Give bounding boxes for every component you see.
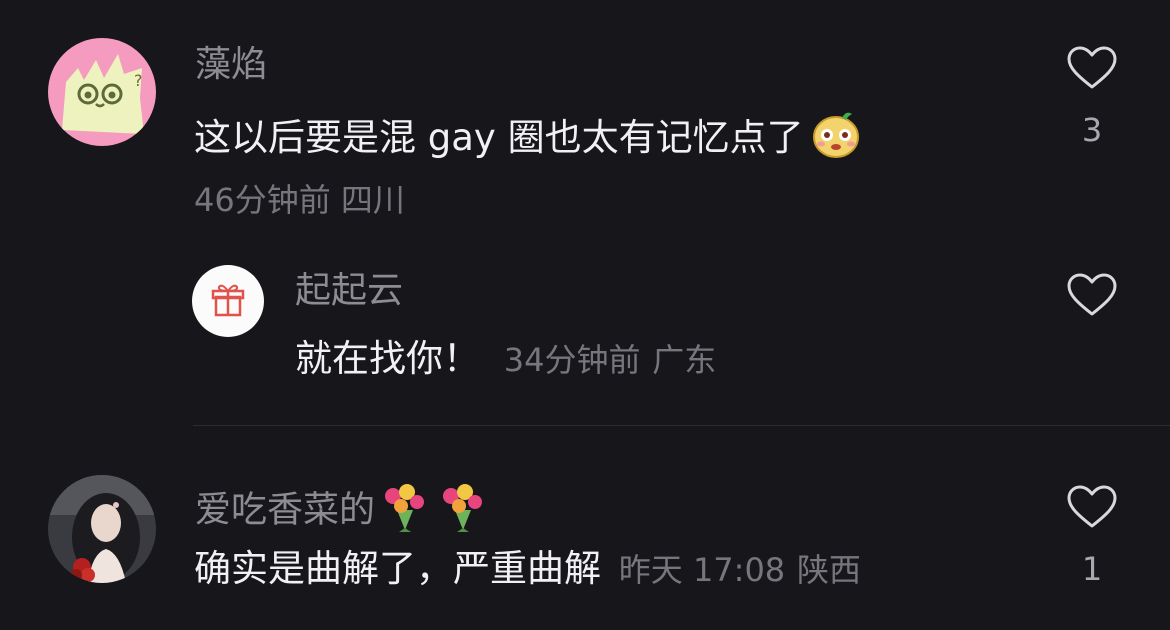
comment-text: 这以后要是混 gay 圈也太有记忆点了: [194, 116, 804, 159]
avatar[interactable]: [192, 265, 264, 337]
comment-text-row: 这以后要是混 gay 圈也太有记忆点了: [194, 108, 862, 171]
comment-text-row: 确实是曲解了，严重曲解 昨天 17:08 陕西: [194, 546, 861, 593]
bouquet-icon: [379, 480, 491, 543]
comment-location: 四川: [340, 181, 405, 219]
reply-text: 就在找你！: [295, 337, 480, 380]
divider: [193, 425, 1170, 426]
avatar[interactable]: [48, 475, 156, 583]
like-button[interactable]: [1066, 45, 1118, 91]
avatar[interactable]: ?: [48, 38, 156, 146]
comment-author[interactable]: 爱吃香菜的: [195, 490, 375, 531]
avatar-photo: [48, 475, 156, 583]
gift-icon: [211, 284, 245, 317]
like-button[interactable]: [1066, 484, 1118, 530]
comment-meta: 46分钟前 四川: [194, 180, 405, 220]
comment-author[interactable]: 藻焰: [195, 43, 267, 87]
heart-icon: [1067, 46, 1117, 89]
reply-location: 广东: [652, 341, 717, 379]
heart-icon: [1067, 485, 1117, 528]
reply-text-row: 就在找你！ 34分钟前 广东: [295, 336, 716, 383]
reply-author[interactable]: 起起云: [295, 269, 403, 313]
like-button[interactable]: [1066, 272, 1118, 318]
avatar-illustration: ?: [48, 38, 156, 146]
comment-time: 46分钟前: [194, 181, 331, 219]
like-count: 3: [1081, 111, 1103, 149]
reply-time: 34分钟前: [503, 341, 641, 379]
comment-location: 陕西: [796, 551, 861, 589]
comment-text: 确实是曲解了，严重曲解: [194, 547, 601, 590]
heart-icon: [1067, 273, 1117, 316]
comment-time: 昨天 17:08: [618, 551, 786, 589]
svg-text:?: ?: [134, 71, 143, 90]
smiling-face-sticker-icon: [810, 108, 862, 171]
like-count: 1: [1081, 550, 1103, 588]
comment-author-row: 爱吃香菜的: [195, 480, 491, 543]
